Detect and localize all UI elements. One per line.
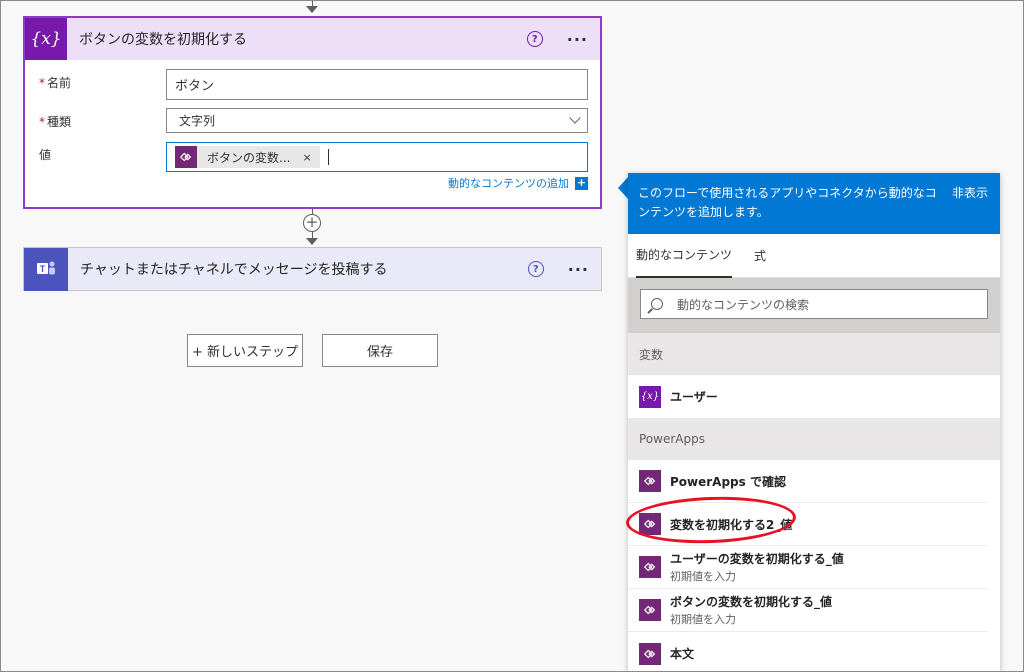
tab-dynamic-content[interactable]: 動的なコンテンツ <box>636 234 733 278</box>
variable-icon: {x} <box>25 18 67 60</box>
type-label: * 種類 <box>39 113 71 130</box>
add-dynamic-content-link[interactable]: 動的なコンテンツの追加 + <box>448 175 588 191</box>
svg-text:T: T <box>40 264 46 274</box>
teams-icon: T <box>24 247 68 291</box>
powerapps-icon <box>175 146 197 168</box>
more-options-icon[interactable]: ··· <box>568 260 589 279</box>
token-remove-icon[interactable]: × <box>302 151 311 164</box>
card-header[interactable]: {x} ボタンの変数を初期化する ? ··· <box>25 18 600 60</box>
more-options-icon[interactable]: ··· <box>567 30 588 49</box>
dynamic-content-panel: このフローで使用されるアプリやコネクタから動的なコンテンツを追加します。 非表示… <box>628 173 1000 672</box>
name-field-value: ボタン <box>175 79 215 94</box>
save-button[interactable]: 保存 <box>322 334 438 367</box>
type-dropdown[interactable]: 文字列 <box>166 108 588 133</box>
panel-description: このフローで使用されるアプリやコネクタから動的なコンテンツを追加します。 <box>638 186 937 219</box>
list-item-user-variable[interactable]: {x} ユーザー <box>628 375 988 418</box>
item-label: 本文 <box>670 647 695 661</box>
dynamic-content-search-input[interactable]: 動的なコンテンツの検索 <box>640 289 988 319</box>
item-label: PowerApps で確認 <box>670 474 786 489</box>
add-dynamic-content-icon: + <box>575 175 588 190</box>
initialize-variable-card[interactable]: {x} ボタンの変数を初期化する ? ··· * 名前 ボタン * 種類 文字列 値… <box>23 16 602 209</box>
hide-panel-button[interactable]: 非表示 <box>952 184 988 203</box>
search-placeholder: 動的なコンテンツの検索 <box>677 297 810 312</box>
search-area: 動的なコンテンツの検索 <box>628 278 1000 333</box>
powerapps-icon <box>639 642 661 665</box>
powerapps-icon <box>639 556 661 578</box>
chevron-down-icon <box>569 112 581 124</box>
panel-tabs: 動的なコンテンツ 式 <box>628 234 1000 278</box>
item-label: ボタンの変数を初期化する_値 <box>670 595 833 609</box>
help-icon[interactable]: ? <box>527 261 544 277</box>
powerapps-icon <box>639 470 661 492</box>
section-header-powerapps: PowerApps <box>628 418 1000 460</box>
item-label: ユーザー <box>670 390 718 404</box>
item-subtitle: 初期値を入力 <box>670 570 736 583</box>
connector-arrow-top <box>306 6 318 13</box>
new-step-button[interactable]: + 新しいステップ <box>187 334 303 367</box>
type-label-text: 種類 <box>47 115 72 129</box>
item-text-block: ユーザーの変数を初期化する_値 初期値を入力 <box>670 550 844 584</box>
list-item-body[interactable]: 本文 <box>628 632 988 672</box>
section-header-variables: 変数 <box>628 333 1000 375</box>
item-label: ユーザーの変数を初期化する_値 <box>670 552 844 566</box>
list-item-user-variable-value[interactable]: ユーザーの変数を初期化する_値 初期値を入力 <box>628 546 988 589</box>
panel-header: このフローで使用されるアプリやコネクタから動的なコンテンツを追加します。 非表示 <box>628 173 1000 234</box>
tab-expression[interactable]: 式 <box>754 234 766 278</box>
insert-step-icon[interactable]: + <box>303 214 321 232</box>
value-field[interactable]: ボタンの変数... × <box>166 142 588 172</box>
text-cursor <box>327 149 329 165</box>
connector-arrow-middle <box>306 238 318 245</box>
name-label: * 名前 <box>39 74 71 91</box>
item-subtitle: 初期値を入力 <box>670 613 736 626</box>
name-field[interactable]: ボタン <box>166 69 588 100</box>
item-text-block: ボタンの変数を初期化する_値 初期値を入力 <box>670 593 832 627</box>
help-icon[interactable]: ? <box>526 31 543 47</box>
required-marker: * <box>39 76 45 90</box>
search-icon <box>651 298 663 310</box>
teams-post-message-card[interactable]: T チャットまたはチャネルでメッセージを投稿する ? ··· <box>23 247 602 291</box>
dynamic-token[interactable]: ボタンの変数... × <box>175 146 320 168</box>
value-label: 値 <box>39 148 52 162</box>
variable-icon: {x} <box>639 385 661 408</box>
powerapps-icon <box>639 599 661 621</box>
card-title[interactable]: チャットまたはチャネルでメッセージを投稿する <box>80 259 528 279</box>
list-item-powerapps-confirm[interactable]: PowerApps で確認 <box>628 460 988 503</box>
name-label-text: 名前 <box>47 76 72 90</box>
card-title[interactable]: ボタンの変数を初期化する <box>79 29 527 49</box>
token-label: ボタンの変数... <box>207 150 291 165</box>
type-dropdown-value: 文字列 <box>179 114 216 128</box>
add-dynamic-content-text: 動的なコンテンツの追加 <box>448 177 569 190</box>
required-marker: * <box>39 115 45 129</box>
list-item-button-variable-value[interactable]: ボタンの変数を初期化する_値 初期値を入力 <box>628 589 988 632</box>
